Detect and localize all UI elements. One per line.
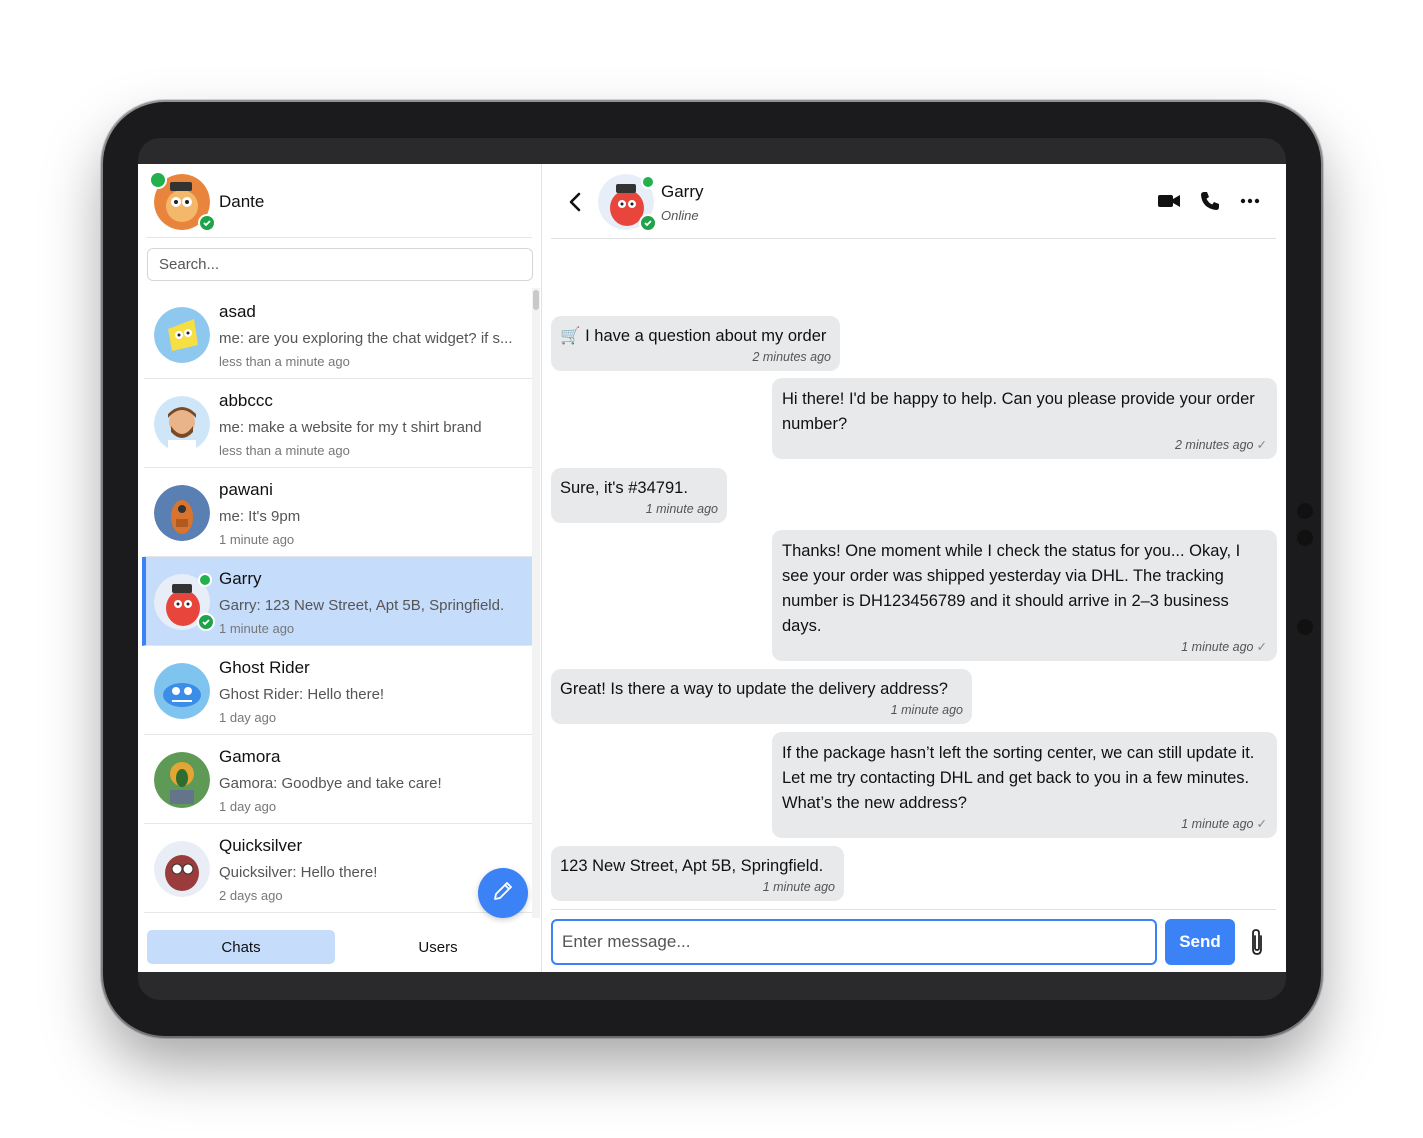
conversation-item-pawani[interactable]: pawani me: It's 9pm 1 minute ago xyxy=(144,468,532,557)
message-time: 1 minute ago xyxy=(762,880,835,894)
chat-header: Garry Online xyxy=(551,164,1276,239)
message-time-row: 1 minute ago ✓ xyxy=(782,816,1267,832)
sidebar: Dante asad me: are you exploring the cha… xyxy=(138,164,542,972)
chat-panel: Garry Online 🛒 I have a question about m… xyxy=(543,164,1286,972)
check-icon: ✓ xyxy=(1256,640,1267,654)
avatar xyxy=(154,752,210,808)
message-incoming: 123 New Street, Apt 5B, Springfield. 1 m… xyxy=(551,846,844,901)
conversation-item-abbccc[interactable]: abbccc me: make a website for my t shirt… xyxy=(144,379,532,468)
conversation-time: 1 minute ago xyxy=(219,621,295,636)
conversation-time: less than a minute ago xyxy=(219,443,350,458)
message-outgoing: Thanks! One moment while I check the sta… xyxy=(772,530,1277,661)
conversation-preview: Quicksilver: Hello there! xyxy=(219,864,378,881)
search-input[interactable] xyxy=(147,248,533,281)
conversation-name: Ghost Rider xyxy=(219,658,310,677)
conversation-preview: me: are you exploring the chat widget? i… xyxy=(219,330,513,347)
send-button[interactable]: Send xyxy=(1165,919,1235,965)
message-time: 1 minute ago xyxy=(645,502,718,516)
conversation-preview: Ghost Rider: Hello there! xyxy=(219,686,385,703)
conversation-time: less than a minute ago xyxy=(219,354,350,369)
message-time: 1 minute ago xyxy=(890,703,963,717)
message-text: Great! Is there a way to update the deli… xyxy=(560,680,948,698)
online-dot xyxy=(149,171,167,189)
side-button xyxy=(1297,619,1313,635)
conversation-preview: me: It's 9pm xyxy=(219,508,301,525)
conversation-item-gamora[interactable]: Gamora Gamora: Goodbye and take care! 1 … xyxy=(144,735,532,824)
message-incoming: 🛒 I have a question about my order 2 min… xyxy=(551,316,840,371)
avatar xyxy=(154,663,210,719)
new-chat-button[interactable] xyxy=(478,868,528,918)
verified-badge-icon xyxy=(197,613,215,631)
message-outgoing: If the package hasn’t left the sorting c… xyxy=(772,732,1277,838)
message-text: Thanks! One moment while I check the sta… xyxy=(782,542,1241,635)
conversation-name: pawani xyxy=(219,480,273,499)
tablet-frame: Dante asad me: are you exploring the cha… xyxy=(103,102,1321,1036)
pencil-icon xyxy=(491,879,515,908)
tablet-screen-bezel: Dante asad me: are you exploring the cha… xyxy=(138,138,1286,1000)
verified-badge-icon xyxy=(639,214,657,232)
check-icon: ✓ xyxy=(1256,817,1267,831)
message-text: Sure, it's #34791. xyxy=(560,479,688,497)
conversation-list: asad me: are you exploring the chat widg… xyxy=(138,290,542,914)
message-text: 🛒 I have a question about my order xyxy=(560,327,827,345)
conversation-time: 2 days ago xyxy=(219,888,283,903)
message-text: 123 New Street, Apt 5B, Springfield. xyxy=(560,857,824,875)
scrollbar-thumb[interactable] xyxy=(533,290,539,310)
avatar xyxy=(154,307,210,363)
message-incoming: Sure, it's #34791. 1 minute ago xyxy=(551,468,727,523)
message-incoming: Great! Is there a way to update the deli… xyxy=(551,669,972,724)
conversation-name: asad xyxy=(219,302,256,321)
message-text: Hi there! I'd be happy to help. Can you … xyxy=(782,390,1255,433)
message-time-row: 1 minute ago ✓ xyxy=(782,639,1267,655)
conversation-name: Quicksilver xyxy=(219,836,303,855)
conversation-time: 1 minute ago xyxy=(219,532,295,547)
contact-status: Online xyxy=(661,208,699,223)
side-button xyxy=(1297,530,1313,546)
message-text: If the package hasn’t left the sorting c… xyxy=(782,744,1255,812)
message-time: 2 minutes ago xyxy=(752,350,831,364)
online-dot xyxy=(641,175,655,189)
message-time: 1 minute ago xyxy=(1181,817,1254,831)
chat-app: Dante asad me: are you exploring the cha… xyxy=(138,164,1286,972)
conversation-time: 1 day ago xyxy=(219,799,277,814)
message-composer: Send xyxy=(551,909,1276,972)
conversation-name: Garry xyxy=(219,569,262,588)
conversation-preview: Garry: 123 New Street, Apt 5B, Springfie… xyxy=(219,597,505,614)
conversation-item-garry[interactable]: Garry Garry: 123 New Street, Apt 5B, Spr… xyxy=(142,557,532,646)
current-user-header: Dante xyxy=(146,164,532,238)
avatar xyxy=(154,841,210,897)
conversation-item-asad[interactable]: asad me: are you exploring the chat widg… xyxy=(144,290,532,379)
video-camera-icon[interactable] xyxy=(1157,190,1181,217)
message-input[interactable] xyxy=(551,919,1157,965)
conversation-name: abbccc xyxy=(219,391,273,410)
current-user-name: Dante xyxy=(219,192,265,211)
message-outgoing: Hi there! I'd be happy to help. Can you … xyxy=(772,378,1277,459)
tab-chats[interactable]: Chats xyxy=(147,930,335,964)
conversation-item-ghost-rider[interactable]: Ghost Rider Ghost Rider: Hello there! 1 … xyxy=(144,646,532,735)
conversation-name: Gamora xyxy=(219,747,281,766)
tab-users[interactable]: Users xyxy=(344,930,532,964)
conversation-item-quicksilver[interactable]: Quicksilver Quicksilver: Hello there! 2 … xyxy=(144,824,532,913)
online-dot xyxy=(198,573,212,587)
conversation-scrollbar[interactable] xyxy=(532,288,540,918)
contact-name: Garry xyxy=(661,182,704,201)
chevron-left-icon[interactable] xyxy=(567,191,585,218)
more-horizontal-icon[interactable] xyxy=(1239,190,1261,217)
conversation-preview: me: make a website for my t shirt brand xyxy=(219,419,482,436)
avatar xyxy=(154,396,210,452)
check-icon: ✓ xyxy=(1256,438,1267,452)
phone-icon[interactable] xyxy=(1199,190,1221,217)
avatar xyxy=(154,485,210,541)
verified-badge-icon xyxy=(198,214,216,232)
conversation-preview: Gamora: Goodbye and take care! xyxy=(219,775,442,792)
conversation-time: 1 day ago xyxy=(219,710,277,725)
message-time: 1 minute ago xyxy=(1181,640,1254,654)
paperclip-icon[interactable] xyxy=(1247,927,1267,962)
sidebar-tabs: Chats Users xyxy=(138,916,542,972)
message-time: 2 minutes ago xyxy=(1174,438,1254,452)
side-button xyxy=(1297,503,1313,519)
message-list: 🛒 I have a question about my order 2 min… xyxy=(543,240,1286,906)
message-time-row: 2 minutes ago ✓ xyxy=(782,437,1267,453)
